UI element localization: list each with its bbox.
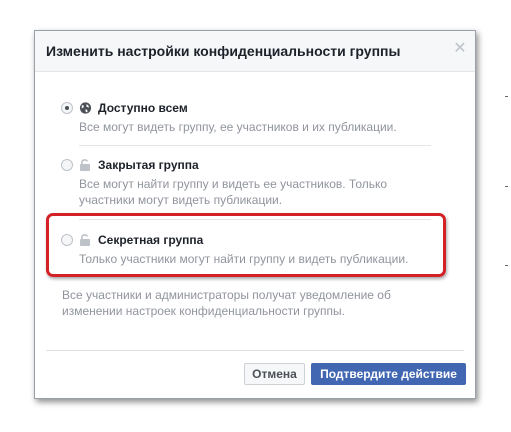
dialog-title: Изменить настройки конфиденциальности гр… bbox=[46, 43, 401, 59]
privacy-settings-dialog: Изменить настройки конфиденциальности гр… bbox=[34, 30, 476, 399]
secret-option-highlight bbox=[46, 213, 446, 277]
background-edge-mark bbox=[505, 96, 508, 97]
radio-public[interactable] bbox=[61, 102, 73, 114]
footer-divider bbox=[46, 350, 464, 351]
cancel-button[interactable]: Отмена bbox=[244, 363, 305, 385]
close-icon[interactable]: ✕ bbox=[452, 41, 468, 57]
dialog-header: Изменить настройки конфиденциальности гр… bbox=[35, 31, 475, 72]
option-separator bbox=[79, 145, 431, 146]
option-label: Доступно всем bbox=[98, 101, 188, 115]
option-description: Все могут видеть группу, ее участников и… bbox=[79, 120, 397, 134]
background-edge-mark bbox=[505, 186, 508, 187]
confirm-button[interactable]: Подтвердите действие bbox=[311, 363, 466, 385]
option-description: Все могут найти группу и видеть ее участ… bbox=[79, 177, 388, 207]
notification-notice: Все участники и администраторы получат у… bbox=[62, 288, 391, 318]
option-label: Закрытая группа bbox=[98, 158, 199, 172]
radio-closed[interactable] bbox=[61, 159, 73, 171]
background-edge-mark bbox=[505, 265, 508, 266]
lock-icon bbox=[80, 159, 90, 171]
globe-icon bbox=[79, 102, 92, 114]
